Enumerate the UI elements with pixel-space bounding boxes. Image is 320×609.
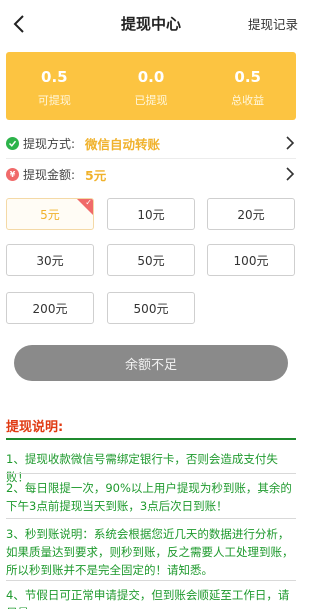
submit-withdraw-button[interactable]: 余额不足	[14, 345, 288, 381]
stat-total-earnings: 0.5 总收益	[199, 52, 296, 120]
stat-label: 已提现	[134, 94, 168, 107]
amount-option-5[interactable]: 5元 ✓	[6, 198, 94, 230]
note-item: 4、节假日可正常申请提交，但到账会顺延至工作日，请尽量	[6, 588, 290, 609]
note-divider	[6, 473, 296, 474]
amount-option-30[interactable]: 30元	[6, 244, 94, 276]
amount-option-10[interactable]: 10元	[107, 198, 195, 230]
withdraw-method-row[interactable]: 提现方式: 微信自动转账	[6, 132, 296, 154]
stat-value: 0.5	[41, 68, 68, 86]
withdraw-method-label: 提现方式:	[23, 136, 76, 151]
amount-option-label: 20元	[237, 207, 265, 222]
amount-option-label: 10元	[137, 207, 165, 222]
withdraw-amount-value: 5元	[85, 167, 107, 183]
stat-available: 0.5 可提现	[6, 52, 103, 120]
stat-label: 可提现	[37, 94, 71, 107]
amount-option-20[interactable]: 20元	[207, 198, 295, 230]
amount-option-50[interactable]: 50元	[107, 244, 195, 276]
divider	[6, 158, 296, 159]
note-item: 3、秒到账说明：系统会根据您近几天的数据进行分析，如果质量达到要求，则秒到账，反…	[6, 527, 294, 577]
top-bar: 提现中心 提现记录	[0, 0, 302, 46]
notes-title: 提现说明:	[6, 420, 64, 435]
stat-value: 0.5	[234, 68, 261, 86]
amount-option-200[interactable]: 200元	[6, 292, 94, 324]
amount-option-500[interactable]: 500元	[107, 292, 195, 324]
stat-withdrawn: 0.0 已提现	[103, 52, 200, 120]
chevron-right-icon	[284, 135, 296, 151]
stat-value: 0.0	[137, 68, 165, 86]
chevron-right-icon	[284, 166, 296, 182]
notes-rule	[6, 438, 296, 440]
withdraw-records-link[interactable]: 提现记录	[248, 14, 298, 33]
amount-option-100[interactable]: 100元	[207, 244, 295, 276]
wechat-check-icon	[6, 136, 19, 150]
yen-icon: ¥	[6, 167, 19, 181]
amount-option-label: 200元	[32, 301, 68, 316]
withdraw-amount-label: 提现金额:	[23, 167, 76, 182]
amount-option-label: 500元	[133, 301, 169, 316]
withdraw-amount-row[interactable]: ¥ 提现金额: 5元	[6, 163, 296, 185]
balance-summary-card: 0.5 可提现 0.0 已提现 0.5 总收益	[6, 52, 296, 120]
stat-label: 总收益	[231, 94, 265, 107]
check-icon: ✓	[85, 198, 92, 207]
note-divider	[6, 580, 296, 581]
note-divider	[6, 518, 296, 519]
amount-option-label: 30元	[36, 253, 64, 268]
withdraw-method-value: 微信自动转账	[85, 136, 161, 152]
amount-option-label: 100元	[233, 253, 269, 268]
amount-option-label: 5元	[40, 207, 60, 222]
amount-option-label: 50元	[137, 253, 165, 268]
note-item: 2、每日限提一次，90%以上用户提现为秒到账，其余的下午3点前提现当天到账，3点…	[6, 481, 292, 513]
